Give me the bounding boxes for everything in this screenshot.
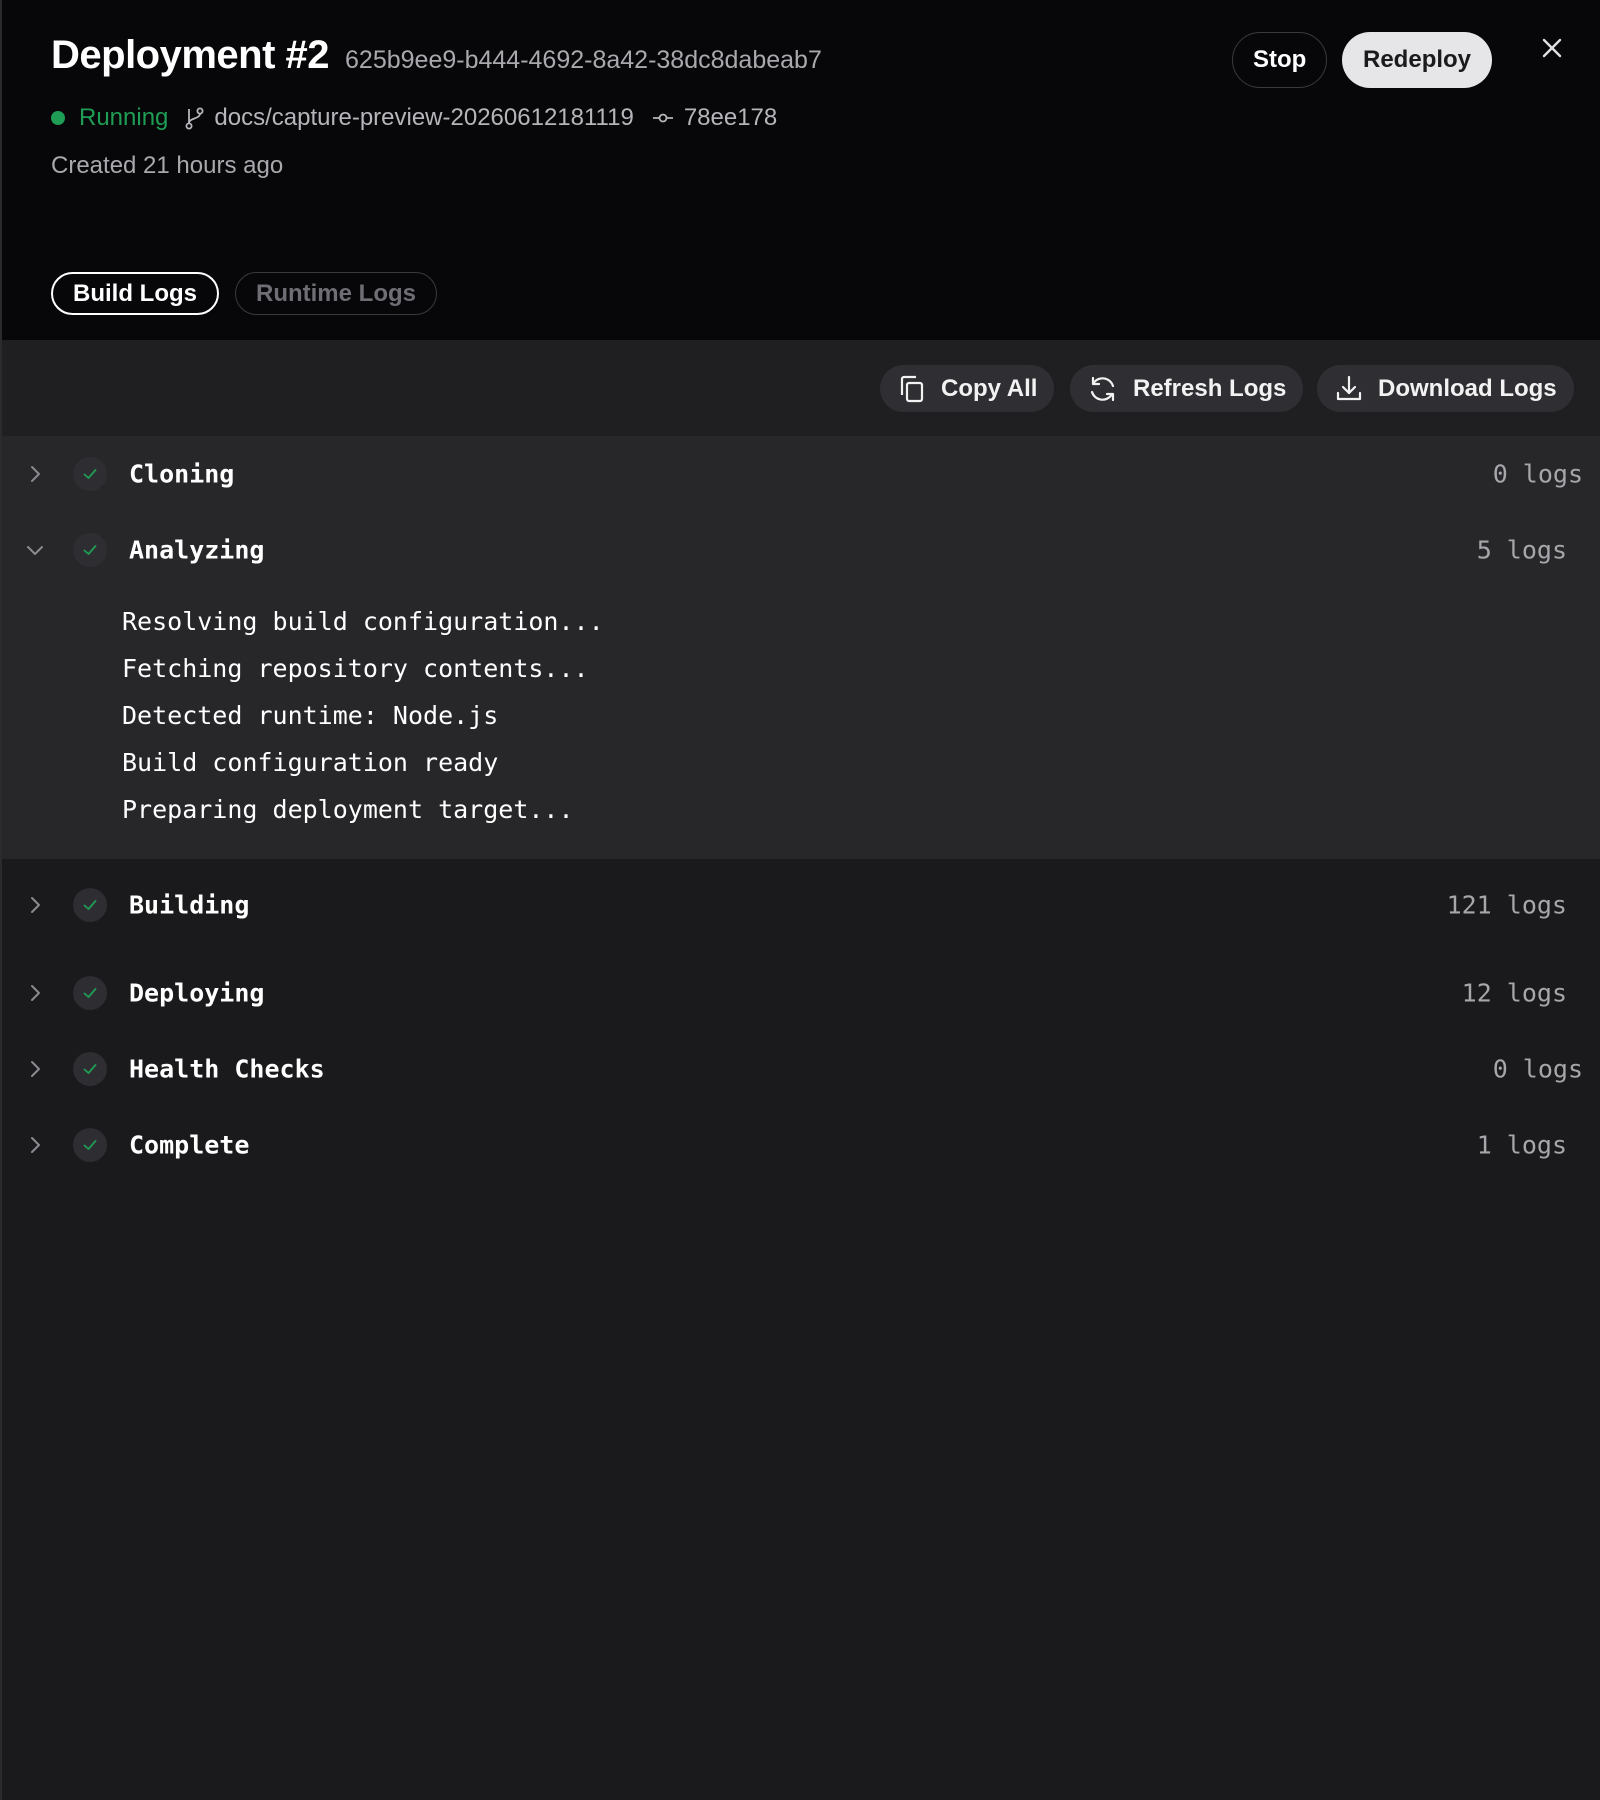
redeploy-button[interactable]: Redeploy: [1342, 32, 1493, 88]
copy-all-button[interactable]: Copy All: [880, 365, 1055, 412]
refresh-logs-label: Refresh Logs: [1133, 374, 1287, 402]
tab-build-logs[interactable]: Build Logs: [51, 272, 219, 315]
download-logs-label: Download Logs: [1378, 374, 1557, 402]
commit-hash: 78ee178: [683, 104, 778, 131]
check-icon: [73, 1128, 107, 1162]
title-row: Deployment #2 625b9ee9-b444-4692-8a42-38…: [51, 33, 822, 78]
copy-all-label: Copy All: [941, 374, 1038, 402]
stage-log-count: 0 logs: [1492, 1054, 1583, 1084]
log-tabs: Build Logs Runtime Logs: [51, 272, 453, 315]
check-icon: [73, 457, 107, 491]
stage-log-count: 12 logs: [1461, 978, 1567, 1008]
stage-analyzing-expanded: Analyzing 5 logs Resolving build configu…: [2, 512, 1600, 859]
refresh-logs-button[interactable]: Refresh Logs: [1070, 365, 1304, 412]
status-dot-icon: [51, 111, 65, 125]
stage-name: Health Checks: [129, 1054, 325, 1084]
status-text: Running: [79, 104, 169, 131]
stage-log-count: 1 logs: [1476, 1130, 1567, 1160]
chevron-right-icon[interactable]: [24, 982, 46, 1004]
copy-icon: [900, 375, 924, 402]
log-lines: Resolving build configuration... Fetchin…: [2, 588, 1600, 859]
stage-name: Cloning: [129, 459, 235, 489]
chevron-right-icon[interactable]: [24, 463, 46, 485]
stage-name: Deploying: [129, 978, 265, 1008]
stage-log-count: 121 logs: [1446, 890, 1567, 920]
stage-name: Building: [129, 890, 250, 920]
log-line: Build configuration ready: [122, 748, 499, 777]
git-commit-icon: [652, 111, 674, 125]
stage-log-count: 5 logs: [1476, 535, 1567, 565]
chevron-right-icon[interactable]: [24, 1134, 46, 1156]
download-icon: [1336, 375, 1362, 400]
deployment-id: 625b9ee9-b444-4692-8a42-38dc8dabeab7: [345, 46, 822, 74]
log-line: Resolving build configuration...: [122, 607, 604, 636]
stage-row-deploying[interactable]: Deploying 12 logs: [2, 955, 1600, 1031]
log-line: Detected runtime: Node.js: [122, 701, 499, 730]
created-time: Created 21 hours ago: [51, 152, 284, 179]
refresh-icon: [1090, 376, 1115, 401]
meta-row: Running docs/capture-preview-20260612181…: [51, 104, 777, 132]
stage-name: Complete: [129, 1130, 250, 1160]
deployment-header: Deployment #2 625b9ee9-b444-4692-8a42-38…: [2, 0, 1600, 340]
chevron-right-icon[interactable]: [24, 1058, 46, 1080]
stage-name: Analyzing: [129, 535, 265, 565]
close-icon[interactable]: [1538, 34, 1566, 62]
chevron-down-icon[interactable]: [24, 539, 46, 561]
chevron-right-icon[interactable]: [24, 894, 46, 916]
log-line: Fetching repository contents...: [122, 654, 589, 683]
log-toolbar: Copy All Refresh Logs Download Logs: [2, 340, 1600, 436]
stage-row-cloning[interactable]: Cloning 0 logs: [2, 436, 1600, 512]
check-icon: [73, 1052, 107, 1086]
page-title: Deployment #2: [51, 33, 330, 77]
download-logs-button[interactable]: Download Logs: [1317, 365, 1574, 412]
check-icon: [73, 888, 107, 922]
stage-row-building[interactable]: Building 121 logs: [2, 867, 1600, 943]
check-icon: [73, 533, 107, 567]
stage-log-count: 0 logs: [1492, 459, 1583, 489]
build-stages-list: Cloning 0 logs Analyzing 5 logs Resolvin…: [2, 436, 1600, 1183]
stop-button[interactable]: Stop: [1232, 32, 1328, 88]
stage-row-health-checks[interactable]: Health Checks 0 logs: [2, 1031, 1600, 1107]
check-icon: [73, 976, 107, 1010]
stage-row-complete[interactable]: Complete 1 logs: [2, 1107, 1600, 1183]
tab-runtime-logs[interactable]: Runtime Logs: [234, 272, 437, 315]
stage-row-analyzing[interactable]: Analyzing 5 logs: [2, 512, 1600, 588]
branch-name: docs/capture-preview-20260612181119: [214, 104, 634, 131]
log-line: Preparing deployment target...: [122, 795, 574, 824]
git-branch-icon: [184, 106, 206, 130]
